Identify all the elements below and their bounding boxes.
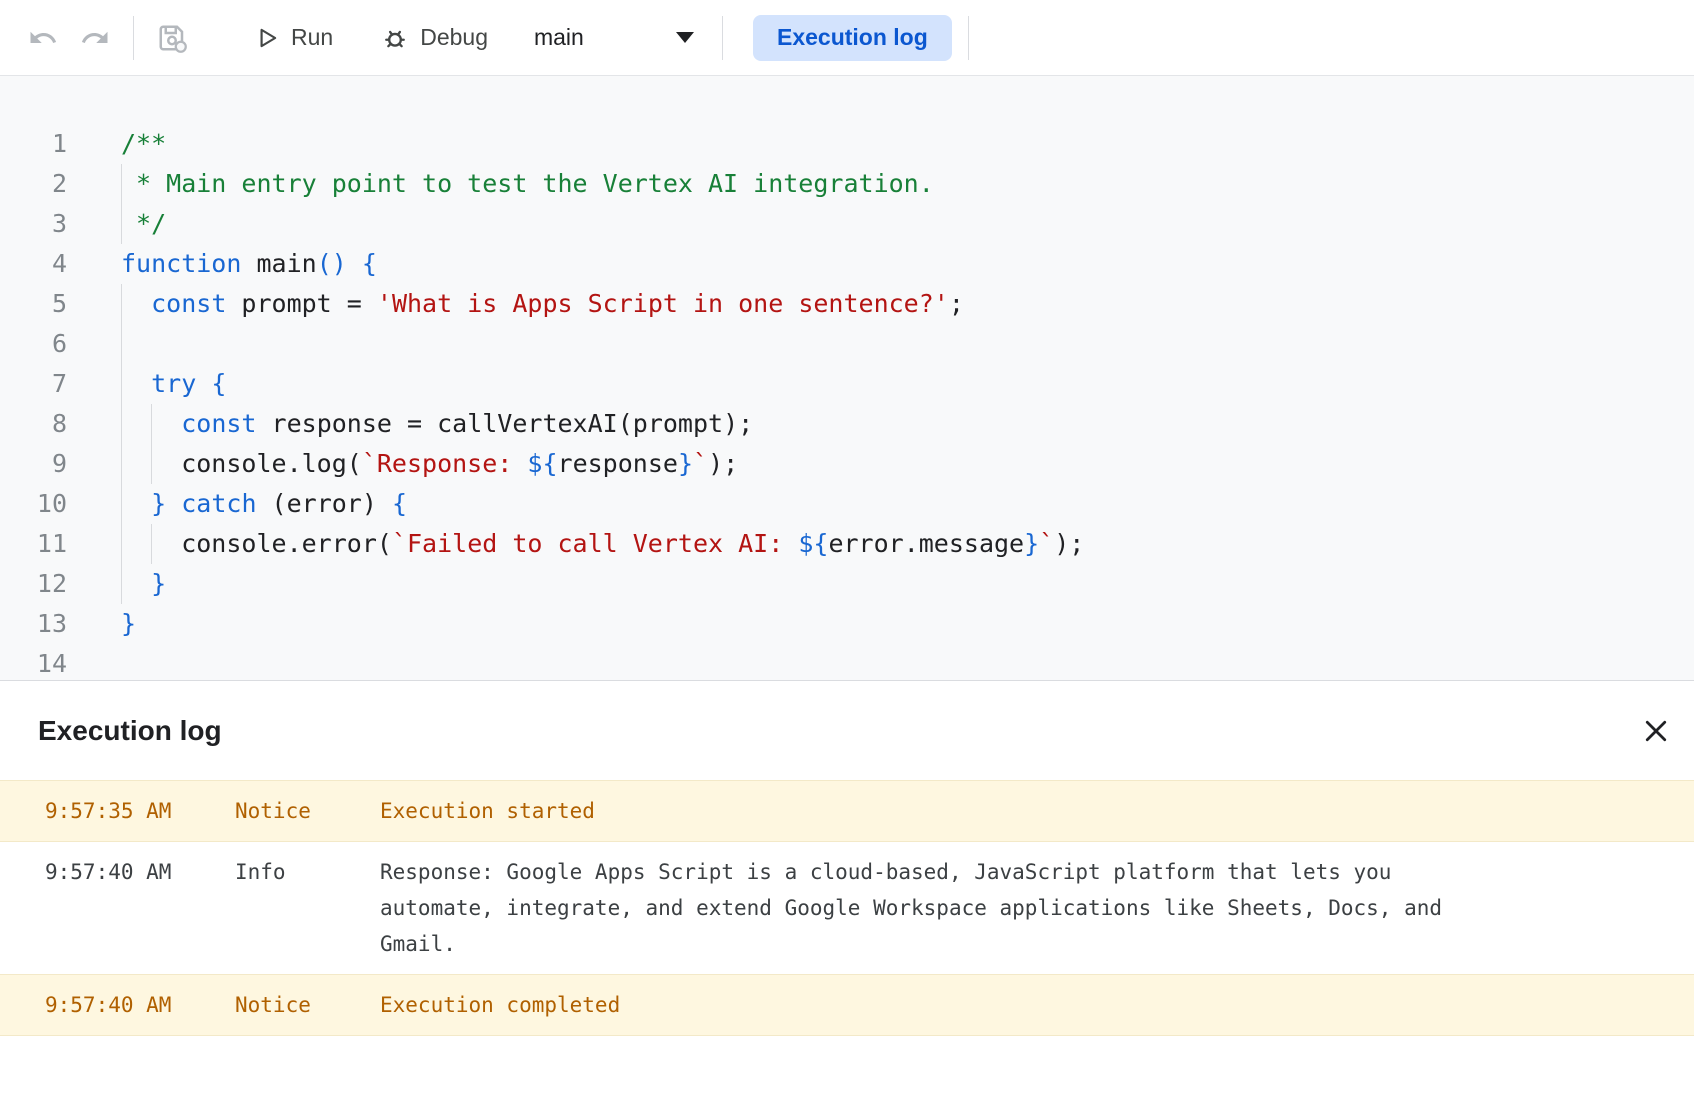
code-text: console.log(`Response: ${response}`); bbox=[67, 444, 1694, 484]
code-text bbox=[67, 324, 1694, 364]
indent-guide bbox=[121, 164, 122, 204]
line-number[interactable]: 11 bbox=[0, 524, 67, 564]
code-text: } bbox=[67, 604, 1694, 644]
code-text bbox=[67, 644, 1694, 680]
code-line: 4function main() { bbox=[0, 244, 1694, 284]
run-button-label: Run bbox=[291, 24, 333, 51]
function-dropdown[interactable]: main bbox=[518, 10, 706, 66]
code-text: function main() { bbox=[67, 244, 1694, 284]
code-text: * Main entry point to test the Vertex AI… bbox=[67, 164, 1694, 204]
line-number[interactable]: 13 bbox=[0, 604, 67, 644]
debug-button-label: Debug bbox=[420, 24, 488, 51]
code-line: 11 console.error(`Failed to call Vertex … bbox=[0, 524, 1694, 564]
code-line: 3 */ bbox=[0, 204, 1694, 244]
log-message: Execution started bbox=[380, 793, 1480, 829]
close-icon bbox=[1641, 716, 1671, 746]
log-time: 9:57:40 AM bbox=[45, 987, 235, 1023]
debug-button[interactable]: Debug bbox=[365, 10, 504, 66]
play-icon bbox=[254, 25, 280, 51]
log-level: Notice bbox=[235, 987, 380, 1023]
indent-guide bbox=[121, 284, 122, 324]
log-entries: 9:57:35 AMNoticeExecution started9:57:40… bbox=[0, 780, 1694, 1036]
line-number[interactable]: 8 bbox=[0, 404, 67, 444]
code-line: 13} bbox=[0, 604, 1694, 644]
code-editor[interactable]: 1/**2 * Main entry point to test the Ver… bbox=[0, 76, 1694, 680]
line-number[interactable]: 3 bbox=[0, 204, 67, 244]
code-line: 1/** bbox=[0, 124, 1694, 164]
bug-icon bbox=[381, 24, 409, 52]
line-number[interactable]: 2 bbox=[0, 164, 67, 204]
toolbar: Run Debug main Execution log bbox=[0, 0, 1694, 76]
log-entry: 9:57:40 AMNoticeExecution completed bbox=[0, 974, 1694, 1036]
function-dropdown-value: main bbox=[534, 24, 584, 51]
log-message: Execution completed bbox=[380, 987, 1480, 1023]
log-entry: 9:57:40 AMInfoResponse: Google Apps Scri… bbox=[0, 842, 1694, 974]
log-entry: 9:57:35 AMNoticeExecution started bbox=[0, 780, 1694, 842]
log-message: Response: Google Apps Script is a cloud-… bbox=[380, 854, 1480, 962]
indent-guide bbox=[151, 524, 152, 564]
toolbar-divider bbox=[722, 16, 723, 60]
indent-guide bbox=[151, 404, 152, 444]
line-number[interactable]: 9 bbox=[0, 444, 67, 484]
code-line: 12 } bbox=[0, 564, 1694, 604]
code-line: 5 const prompt = 'What is Apps Script in… bbox=[0, 284, 1694, 324]
code-line: 7 try { bbox=[0, 364, 1694, 404]
indent-guide bbox=[121, 404, 122, 444]
code-text: const response = callVertexAI(prompt); bbox=[67, 404, 1694, 444]
line-number[interactable]: 14 bbox=[0, 644, 67, 680]
close-button[interactable] bbox=[1632, 707, 1680, 755]
code-text: } bbox=[67, 564, 1694, 604]
toolbar-divider bbox=[968, 16, 969, 60]
execution-log-panel: Execution log 9:57:35 AMNoticeExecution … bbox=[0, 680, 1694, 1098]
code-text: /** bbox=[67, 124, 1694, 164]
code-line: 6 bbox=[0, 324, 1694, 364]
log-level: Info bbox=[235, 854, 380, 890]
code-text: const prompt = 'What is Apps Script in o… bbox=[67, 284, 1694, 324]
code-text: console.error(`Failed to call Vertex AI:… bbox=[67, 524, 1694, 564]
indent-guide bbox=[151, 444, 152, 484]
line-number[interactable]: 7 bbox=[0, 364, 67, 404]
code-line: 9 console.log(`Response: ${response}`); bbox=[0, 444, 1694, 484]
code-text: } catch (error) { bbox=[67, 484, 1694, 524]
code-line: 2 * Main entry point to test the Vertex … bbox=[0, 164, 1694, 204]
execution-log-title: Execution log bbox=[38, 715, 222, 747]
code-line: 10 } catch (error) { bbox=[0, 484, 1694, 524]
indent-guide bbox=[121, 324, 122, 364]
indent-guide bbox=[121, 524, 122, 564]
redo-button[interactable] bbox=[73, 16, 117, 60]
code-text: try { bbox=[67, 364, 1694, 404]
line-number[interactable]: 4 bbox=[0, 244, 67, 284]
run-button[interactable]: Run bbox=[238, 10, 349, 66]
code-text: */ bbox=[67, 204, 1694, 244]
chevron-down-icon bbox=[676, 32, 694, 43]
log-header: Execution log bbox=[0, 681, 1694, 780]
log-level: Notice bbox=[235, 793, 380, 829]
log-time: 9:57:35 AM bbox=[45, 793, 235, 829]
indent-guide bbox=[121, 364, 122, 404]
line-number[interactable]: 5 bbox=[0, 284, 67, 324]
undo-button[interactable] bbox=[21, 16, 65, 60]
indent-guide bbox=[121, 444, 122, 484]
indent-guide bbox=[121, 484, 122, 524]
undo-icon bbox=[28, 23, 58, 53]
indent-guide bbox=[121, 564, 122, 604]
execution-log-toggle-button[interactable]: Execution log bbox=[753, 15, 952, 61]
indent-guide bbox=[121, 204, 122, 244]
execution-log-toggle-label: Execution log bbox=[777, 24, 928, 51]
line-number[interactable]: 10 bbox=[0, 484, 67, 524]
redo-icon bbox=[80, 23, 110, 53]
save-button[interactable] bbox=[150, 16, 194, 60]
save-icon bbox=[157, 23, 187, 53]
log-time: 9:57:40 AM bbox=[45, 854, 235, 890]
code-line: 8 const response = callVertexAI(prompt); bbox=[0, 404, 1694, 444]
line-number[interactable]: 6 bbox=[0, 324, 67, 364]
code-area[interactable]: 1/**2 * Main entry point to test the Ver… bbox=[0, 124, 1694, 680]
line-number[interactable]: 12 bbox=[0, 564, 67, 604]
toolbar-divider bbox=[133, 16, 134, 60]
line-number[interactable]: 1 bbox=[0, 124, 67, 164]
code-line: 14 bbox=[0, 644, 1694, 680]
